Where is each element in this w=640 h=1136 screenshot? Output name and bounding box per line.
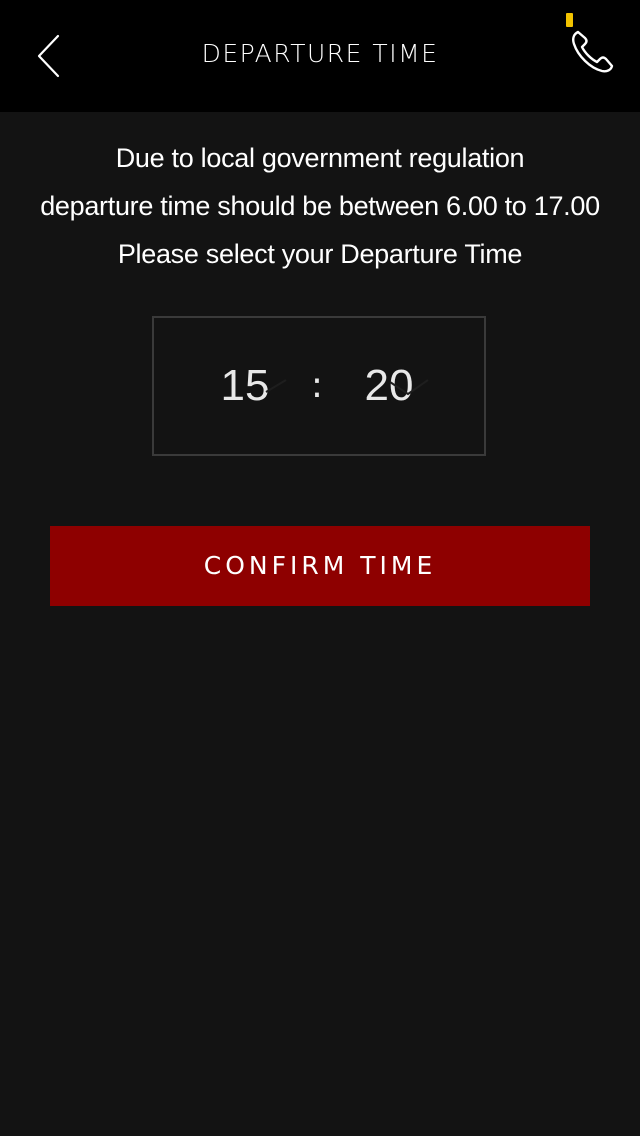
departure-time-screen: DEPARTURE TIME Due to local government r… [0, 0, 640, 1136]
chevron-left-icon [37, 34, 60, 78]
time-picker: 15 : 20 [152, 316, 486, 456]
time-separator: : [310, 365, 324, 406]
header-bar: DEPARTURE TIME [0, 0, 640, 112]
regulation-notice: Due to local government regulation depar… [10, 134, 630, 278]
hour-select[interactable]: 15 [190, 356, 300, 416]
back-button[interactable] [22, 26, 78, 86]
confirm-time-button[interactable]: CONFIRM TIME [50, 526, 590, 606]
call-button[interactable] [562, 24, 622, 78]
notice-line-1: Due to local government regulation [115, 143, 525, 173]
chevron-down-icon [389, 379, 429, 396]
notice-line-2: departure time should be between 6.00 to… [40, 191, 600, 221]
page-title: DEPARTURE TIME [201, 39, 439, 68]
phone-icon [572, 30, 614, 73]
chevron-down-icon [265, 379, 287, 393]
minute-select[interactable]: 20 [334, 356, 444, 416]
notice-line-3: Please select your Departure Time [117, 239, 523, 269]
